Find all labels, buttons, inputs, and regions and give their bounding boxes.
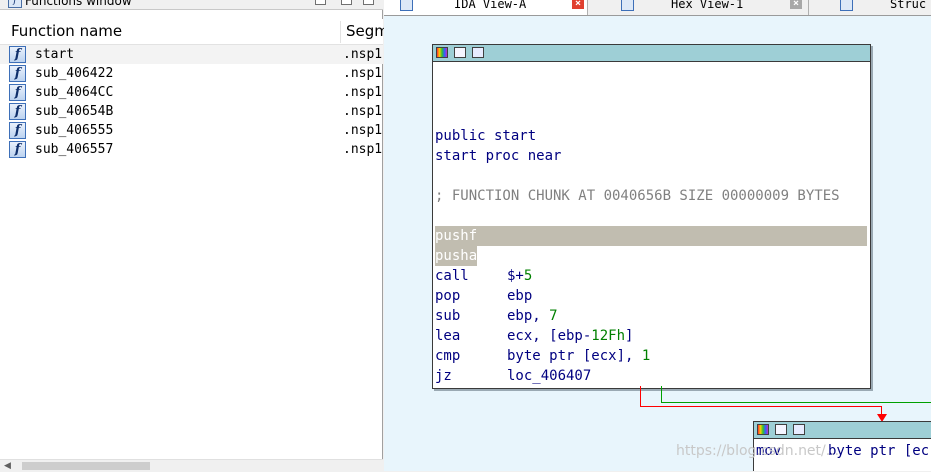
function-segment: .nsp1: [343, 85, 383, 100]
restore-icon[interactable]: [315, 0, 326, 5]
close-tab-icon[interactable]: ×: [572, 0, 584, 9]
false-branch-edge: [640, 386, 641, 406]
function-segment: .nsp1: [343, 104, 383, 119]
function-name: start: [35, 47, 75, 62]
close-icon[interactable]: [363, 0, 374, 5]
table-row[interactable]: f sub_406555 .nsp1: [0, 121, 383, 140]
color-icon[interactable]: [757, 424, 769, 435]
table-row[interactable]: f sub_4064CC .nsp1: [0, 83, 383, 102]
function-icon: f: [9, 84, 26, 101]
code-line-selected[interactable]: pushf: [435, 226, 867, 246]
watermark: https://blog.csdn.net/...: [676, 443, 840, 459]
function-icon: f: [9, 122, 26, 139]
function-segment: .nsp1: [343, 66, 383, 81]
tab-label: Struc: [890, 0, 927, 11]
color-icon[interactable]: [436, 47, 448, 58]
function-icon: f: [9, 46, 26, 63]
code-line[interactable]: pop ebp: [435, 286, 532, 306]
function-name: sub_406557: [35, 142, 114, 157]
column-function-name[interactable]: Function name: [11, 19, 122, 44]
tab-ida-view-a[interactable]: IDA View-A ×: [384, 0, 588, 15]
rename-icon[interactable]: [775, 424, 787, 435]
function-name: sub_4064CC: [35, 85, 114, 100]
code-block-start[interactable]: public start start proc near ; FUNCTION …: [432, 44, 871, 389]
function-icon: f: [8, 0, 22, 8]
code-line[interactable]: sub ebp, 7: [435, 306, 558, 326]
ida-graph-view[interactable]: public start start proc near ; FUNCTION …: [384, 16, 931, 471]
function-segment: .nsp1: [343, 47, 383, 62]
tab-label: IDA View-A: [454, 0, 527, 11]
hex-view-icon: [621, 0, 634, 11]
function-icon: f: [9, 65, 26, 82]
table-row[interactable]: f sub_406557 .nsp1: [0, 140, 383, 159]
function-name: sub_406422: [35, 66, 114, 81]
rename-icon[interactable]: [454, 47, 466, 58]
ida-view-icon: [400, 0, 413, 11]
table-row[interactable]: f sub_406422 .nsp1: [0, 64, 383, 83]
group-icon[interactable]: [472, 47, 484, 58]
scroll-left-icon[interactable]: ◀: [4, 461, 11, 471]
code-line-selected[interactable]: pusha: [435, 246, 478, 266]
functions-window: f Functions window Function name Segme f…: [0, 0, 398, 472]
code-line[interactable]: cmp byte ptr [ecx], 1: [435, 346, 650, 366]
false-branch-edge: [640, 406, 882, 407]
view-tabbar: IDA View-A × Hex View-1 × Struc: [384, 0, 931, 16]
horizontal-scrollbar[interactable]: ◀: [0, 459, 383, 472]
function-segment: .nsp1: [343, 142, 383, 157]
functions-window-titlebar[interactable]: f Functions window: [0, 0, 383, 10]
function-icon: f: [9, 103, 26, 120]
table-row[interactable]: f sub_40654B .nsp1: [0, 102, 383, 121]
column-divider[interactable]: [340, 21, 341, 43]
node-titlebar[interactable]: [433, 45, 870, 62]
table-row[interactable]: f start .nsp1: [0, 45, 383, 64]
node-titlebar[interactable]: [754, 422, 931, 439]
functions-table-header: Function name Segme: [0, 19, 398, 45]
true-branch-edge: [661, 402, 931, 403]
function-name: sub_40654B: [35, 104, 114, 119]
function-name: sub_406555: [35, 123, 114, 138]
functions-list: f start .nsp1 f sub_406422 .nsp1 f sub_4…: [0, 45, 383, 159]
true-branch-edge: [661, 386, 662, 402]
tab-hex-view-1[interactable]: Hex View-1 ×: [605, 0, 809, 15]
function-icon: f: [9, 141, 26, 158]
comment-line[interactable]: ; FUNCTION CHUNK AT 0040656B SIZE 000000…: [435, 186, 840, 206]
structures-icon: [840, 0, 853, 11]
tab-label: Hex View-1: [671, 0, 744, 11]
tab-structures[interactable]: Struc: [824, 0, 931, 15]
code-line[interactable]: call $+5: [435, 266, 532, 286]
code-line[interactable]: lea ecx, [ebp-12Fh]: [435, 326, 633, 346]
group-icon[interactable]: [793, 424, 805, 435]
code-line[interactable]: public start: [435, 126, 536, 146]
code-line[interactable]: jz loc_406407: [435, 366, 591, 386]
scrollbar-thumb[interactable]: [22, 462, 150, 470]
functions-window-title: Functions window: [25, 0, 132, 8]
minimize-icon[interactable]: [341, 0, 352, 5]
function-segment: .nsp1: [343, 123, 383, 138]
close-tab-icon[interactable]: ×: [790, 0, 802, 9]
code-line[interactable]: start proc near: [435, 146, 561, 166]
